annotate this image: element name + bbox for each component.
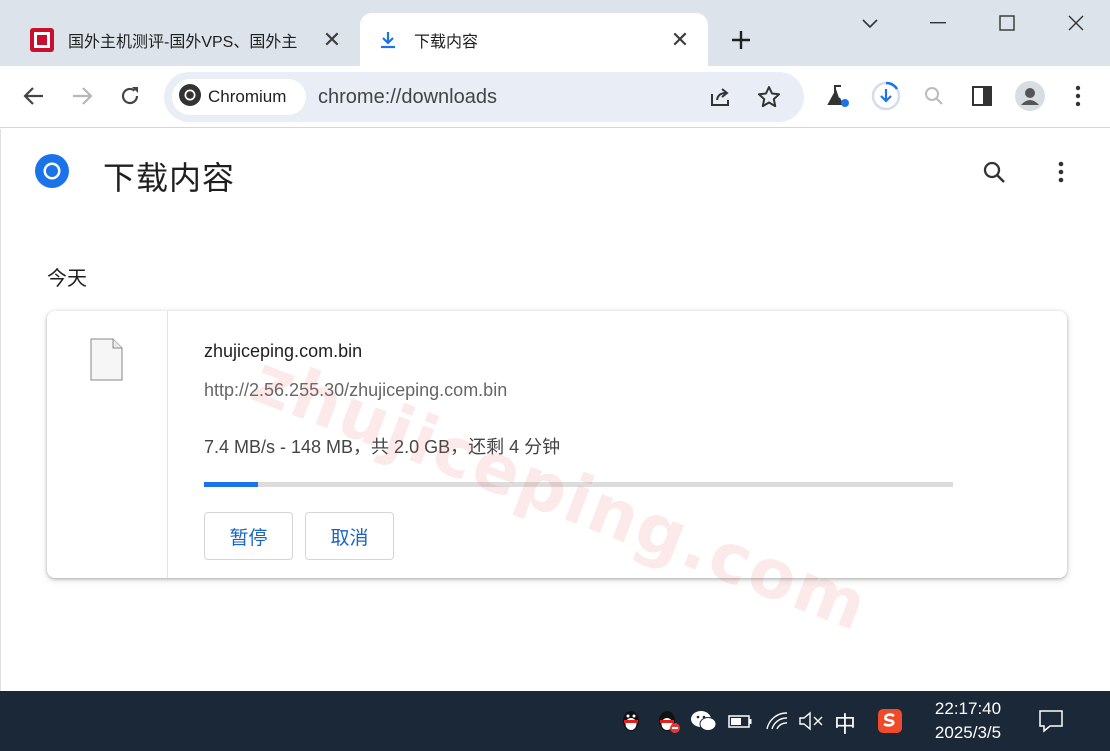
download-status: 7.4 MB/s - 148 MB，共 2.0 GB，还剩 4 分钟 xyxy=(204,437,561,457)
progress-bar xyxy=(204,482,953,487)
zoom-search-icon[interactable] xyxy=(918,80,950,112)
chrome-logo-icon xyxy=(34,153,70,189)
source-url-link[interactable]: http://2.56.255.30/zhujiceping.com.bin xyxy=(204,380,507,401)
downloads-progress-icon[interactable] xyxy=(870,80,902,112)
system-clock[interactable]: 22:17:40 2025/3/5 xyxy=(926,697,1010,745)
file-icon xyxy=(90,338,123,381)
progress-bar-fill xyxy=(204,482,258,487)
tab-close-icon[interactable]: ✕ xyxy=(666,26,694,54)
tab-zhujiceping[interactable]: 国外主机测评-国外VPS、国外主 ✕ xyxy=(14,13,360,66)
reload-button[interactable] xyxy=(112,78,148,114)
site-chip[interactable]: Chromium xyxy=(172,79,306,115)
site-chip-label: Chromium xyxy=(208,87,287,106)
more-actions-icon[interactable] xyxy=(1044,155,1078,189)
forward-button[interactable] xyxy=(64,78,100,114)
download-item-card: zhujiceping.com.bin http://2.56.255.30/z… xyxy=(47,311,1067,578)
page-title: 下载内容 xyxy=(103,160,236,196)
tab-strip: 国外主机测评-国外VPS、国外主 ✕ 下载内容 ✕ xyxy=(0,0,1110,66)
notification-icon[interactable] xyxy=(1037,707,1065,735)
qq-offline-icon[interactable] xyxy=(654,707,682,735)
wechat-icon[interactable] xyxy=(690,707,718,735)
clock-time: 22:17:40 xyxy=(934,699,1002,718)
downloads-page: 下载内容 今天 zhujiceping.com.bin http://2.56.… xyxy=(0,129,1110,691)
profile-avatar-icon[interactable] xyxy=(1014,80,1046,112)
ime-indicator[interactable]: 中 xyxy=(834,707,856,739)
cancel-button[interactable]: 取消 xyxy=(305,512,394,560)
browser-toolbar: Chromium chrome://downloads xyxy=(0,66,1110,128)
clock-date: 2025/3/5 xyxy=(934,723,1002,742)
url-text[interactable]: chrome://downloads xyxy=(318,86,497,109)
tab-title: 下载内容 xyxy=(414,33,479,51)
card-divider xyxy=(167,311,168,578)
wifi-icon[interactable] xyxy=(763,707,791,735)
file-name-link[interactable]: zhujiceping.com.bin xyxy=(204,341,362,362)
taskbar: 中 22:17:40 2025/3/5 xyxy=(0,691,1110,751)
close-window-button[interactable] xyxy=(1042,0,1110,46)
share-icon[interactable] xyxy=(705,82,735,112)
browser-menu-icon[interactable] xyxy=(1062,80,1094,112)
search-downloads-icon[interactable] xyxy=(977,155,1011,189)
tab-close-icon[interactable]: ✕ xyxy=(318,26,346,54)
download-icon xyxy=(374,26,402,54)
side-panel-icon[interactable] xyxy=(966,80,998,112)
tab-title: 国外主机测评-国外VPS、国外主 xyxy=(68,33,298,51)
tab-search-chevron-icon[interactable] xyxy=(836,0,904,46)
maximize-button[interactable] xyxy=(973,0,1041,46)
qq-icon[interactable] xyxy=(617,707,645,735)
date-section-label: 今天 xyxy=(47,268,87,290)
chromium-icon xyxy=(178,83,202,112)
labs-flask-icon[interactable] xyxy=(822,80,854,112)
sogou-input-icon[interactable] xyxy=(876,707,904,735)
back-button[interactable] xyxy=(16,78,52,114)
bookmark-star-icon[interactable] xyxy=(754,82,784,112)
site-favicon-icon xyxy=(28,26,56,54)
address-bar[interactable]: Chromium chrome://downloads xyxy=(164,72,804,122)
battery-icon[interactable] xyxy=(726,707,754,735)
new-tab-button[interactable] xyxy=(726,25,756,55)
volume-muted-icon[interactable] xyxy=(797,707,825,735)
tab-downloads[interactable]: 下载内容 ✕ xyxy=(360,13,708,66)
minimize-button[interactable] xyxy=(904,0,972,46)
pause-button[interactable]: 暂停 xyxy=(204,512,293,560)
